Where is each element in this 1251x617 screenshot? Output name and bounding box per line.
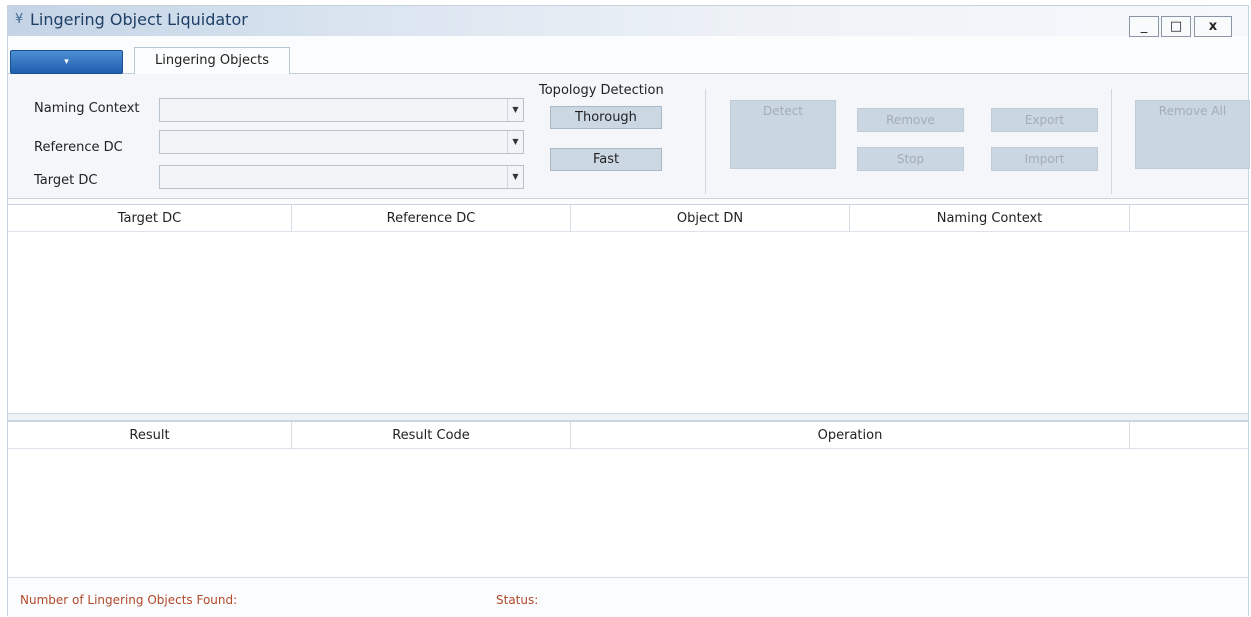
stop-button[interactable]: Stop bbox=[857, 147, 964, 171]
ribbon-separator bbox=[1111, 89, 1112, 194]
detect-button[interactable]: Detect bbox=[730, 100, 836, 169]
objects-grid-body[interactable] bbox=[8, 232, 1248, 414]
column-header-naming-context[interactable]: Naming Context bbox=[850, 205, 1130, 232]
export-button[interactable]: Export bbox=[991, 108, 1098, 132]
topology-detection-label: Topology Detection bbox=[539, 83, 664, 98]
thorough-button[interactable]: Thorough bbox=[550, 106, 662, 129]
naming-context-label: Naming Context bbox=[34, 101, 140, 116]
column-header-operation[interactable]: Operation bbox=[571, 422, 1130, 449]
grid-splitter[interactable] bbox=[8, 413, 1248, 421]
reference-dc-combo[interactable]: ▼ bbox=[159, 130, 524, 154]
ribbon-separator bbox=[705, 89, 706, 194]
chevron-down-icon: ▾ bbox=[64, 57, 69, 67]
column-header-result-code[interactable]: Result Code bbox=[292, 422, 571, 449]
lingering-count-label: Number of Lingering Objects Found: bbox=[20, 593, 238, 607]
app-window: ¥ Lingering Object Liquidator _ □ x ▾ Li… bbox=[7, 5, 1250, 617]
column-header-target-dc[interactable]: Target DC bbox=[8, 205, 292, 232]
dropdown-arrow-icon[interactable]: ▼ bbox=[507, 131, 523, 153]
title-bar[interactable]: ¥ Lingering Object Liquidator _ □ x bbox=[8, 6, 1248, 37]
import-button[interactable]: Import bbox=[991, 147, 1098, 171]
status-label: Status: bbox=[496, 593, 539, 607]
fast-button[interactable]: Fast bbox=[550, 148, 662, 171]
dropdown-arrow-icon[interactable]: ▼ bbox=[507, 99, 523, 121]
minimize-button[interactable]: _ bbox=[1129, 16, 1159, 37]
target-dc-combo[interactable]: ▼ bbox=[159, 165, 524, 189]
dropdown-arrow-icon[interactable]: ▼ bbox=[507, 166, 523, 188]
reference-dc-label: Reference DC bbox=[34, 140, 123, 155]
column-header-result[interactable]: Result bbox=[8, 422, 292, 449]
window-title: Lingering Object Liquidator bbox=[30, 10, 248, 29]
ribbon-panel: Naming Context ▼ Reference DC ▼ Target D… bbox=[8, 74, 1250, 199]
column-header-reference-dc[interactable]: Reference DC bbox=[292, 205, 571, 232]
naming-context-combo[interactable]: ▼ bbox=[159, 98, 524, 122]
maximize-button[interactable]: □ bbox=[1161, 16, 1191, 37]
column-header-object-dn[interactable]: Object DN bbox=[571, 205, 850, 232]
remove-all-button[interactable]: Remove All bbox=[1135, 100, 1250, 169]
target-dc-label: Target DC bbox=[34, 173, 98, 188]
remove-button[interactable]: Remove bbox=[857, 108, 964, 132]
app-menu-button[interactable]: ▾ bbox=[10, 50, 123, 74]
ribbon-tabstrip: ▾ Lingering Objects bbox=[8, 44, 1248, 75]
objects-grid-header: Target DC Reference DC Object DN Naming … bbox=[8, 204, 1248, 232]
app-icon: ¥ bbox=[15, 12, 24, 27]
results-grid-body[interactable] bbox=[8, 449, 1248, 576]
status-bar: Number of Lingering Objects Found: Statu… bbox=[8, 577, 1248, 617]
tab-lingering-objects[interactable]: Lingering Objects bbox=[134, 47, 290, 75]
results-grid-header: Result Result Code Operation bbox=[8, 421, 1248, 449]
close-button[interactable]: x bbox=[1194, 16, 1232, 37]
